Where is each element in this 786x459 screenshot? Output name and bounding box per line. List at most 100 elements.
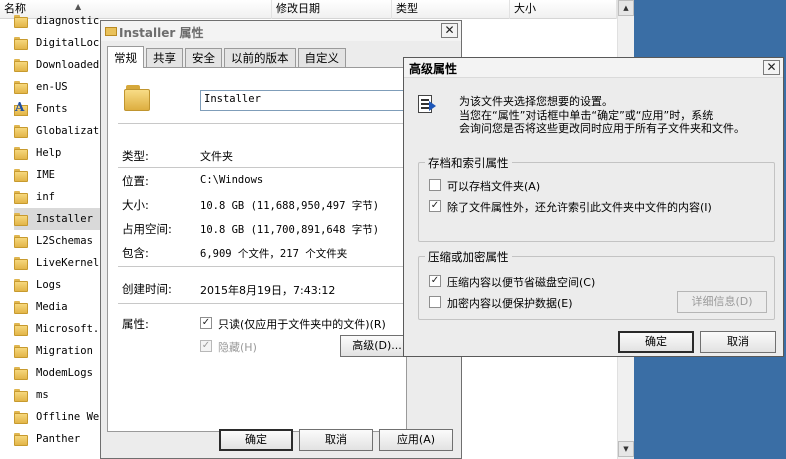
advanced-ok-button[interactable]: 确定	[618, 331, 694, 353]
divider	[118, 123, 404, 124]
created-label: 创建时间:	[122, 282, 172, 296]
checkmark-icon: ✓	[430, 275, 440, 286]
list-item-label: Downloaded	[36, 59, 100, 71]
list-item[interactable]: Microsoft.	[14, 318, 104, 340]
archive-index-group: 存档和索引属性 可以存档文件夹(A) ✓ 除了文件属性外，还允许索引此文件夹中文…	[418, 155, 775, 242]
advanced-cancel-button[interactable]: 取消	[700, 331, 776, 353]
cancel-button[interactable]: 取消	[299, 429, 373, 451]
list-item[interactable]: LiveKernel	[14, 252, 104, 274]
advanced-titlebar[interactable]: 高级属性 ✕	[404, 58, 783, 78]
folder-icon	[14, 366, 28, 380]
tab-strip: 常规 共享 安全 以前的版本 自定义	[107, 46, 348, 68]
list-item-label: IME	[36, 169, 55, 181]
scroll-up-icon[interactable]: ▲	[618, 0, 634, 16]
folder-icon	[14, 322, 28, 336]
disk-size-label: 占用空间:	[122, 222, 172, 236]
folder-icon	[14, 146, 28, 160]
type-value: 文件夹	[200, 150, 233, 163]
folder-icon	[14, 300, 28, 314]
archive-group-title: 存档和索引属性	[425, 155, 512, 171]
list-item[interactable]: Media	[14, 296, 104, 318]
index-checkbox[interactable]: ✓	[429, 200, 441, 212]
list-item[interactable]: Logs	[14, 274, 104, 296]
attributes-label: 属性:	[122, 317, 149, 331]
folder-name-input[interactable]: Installer	[200, 90, 406, 111]
tab-previous-versions[interactable]: 以前的版本	[224, 48, 296, 68]
location-label: 位置:	[122, 174, 149, 188]
tab-general[interactable]: 常规	[107, 46, 144, 68]
list-item[interactable]: Panther	[14, 428, 104, 450]
list-item[interactable]: Globalizat	[14, 120, 104, 142]
readonly-label: 只读(仅应用于文件夹中的文件)(R)	[218, 318, 386, 331]
folder-icon	[14, 36, 28, 50]
list-item[interactable]: A Fonts	[14, 98, 104, 120]
type-label: 类型:	[122, 149, 149, 163]
column-type[interactable]: 类型	[392, 0, 510, 19]
folder-icon	[14, 388, 28, 402]
created-value: 2015年8月19日，7:43:12	[200, 284, 336, 297]
list-item[interactable]: Offline We	[14, 406, 104, 428]
list-item-label: Migration	[36, 345, 93, 357]
list-item[interactable]: ms	[14, 384, 104, 406]
list-item-label: Logs	[36, 279, 62, 291]
properties-title: Installer 属性	[119, 26, 204, 40]
list-item[interactable]: DigitalLoc	[14, 32, 104, 54]
list-item-label: L2Schemas	[36, 235, 93, 247]
list-item[interactable]: IME	[14, 164, 104, 186]
advanced-close-button[interactable]: ✕	[763, 60, 780, 75]
folder-large-icon	[124, 82, 152, 112]
list-item-label: Globalizat	[36, 125, 100, 137]
list-item[interactable]: Migration	[14, 340, 104, 362]
list-item-label: Panther	[36, 433, 81, 445]
list-item[interactable]: ModemLogs	[14, 362, 104, 384]
archive-checkbox[interactable]	[429, 179, 441, 191]
folder-icon	[14, 80, 28, 94]
tab-security[interactable]: 安全	[185, 48, 222, 68]
checkmark-icon: ✓	[201, 317, 211, 328]
list-item[interactable]: Help	[14, 142, 104, 164]
list-item-label: Media	[36, 301, 68, 313]
column-modified[interactable]: 修改日期	[272, 0, 392, 19]
contains-label: 包含:	[122, 246, 149, 260]
close-button[interactable]: ✕	[441, 23, 458, 38]
divider	[118, 167, 404, 168]
tab-customize[interactable]: 自定义	[297, 48, 346, 68]
folder-icon	[14, 58, 28, 72]
compress-checkbox[interactable]: ✓	[429, 275, 441, 287]
folder-icon	[14, 124, 28, 138]
scroll-down-icon[interactable]: ▼	[618, 441, 634, 457]
list-item[interactable]: Downloaded	[14, 54, 104, 76]
list-item[interactable]: diagnostic	[14, 10, 104, 32]
list-item-label: en-US	[36, 81, 68, 93]
list-item-label: DigitalLoc	[36, 37, 100, 49]
readonly-checkbox[interactable]: ✓	[200, 317, 212, 329]
folder-icon	[14, 168, 28, 182]
encrypt-checkbox[interactable]	[429, 296, 441, 308]
folder-icon	[14, 234, 28, 248]
divider	[118, 266, 404, 267]
folder-icon	[14, 410, 28, 424]
list-item-label: Microsoft.	[36, 323, 100, 335]
compress-encrypt-group: 压缩或加密属性 ✓ 压缩内容以便节省磁盘空间(C) 加密内容以便保护数据(E) …	[418, 249, 775, 320]
apply-button[interactable]: 应用(A)	[379, 429, 453, 451]
close-icon: ✕	[766, 60, 777, 74]
column-size[interactable]: 大小	[510, 0, 617, 19]
list-item[interactable]: L2Schemas	[14, 230, 104, 252]
advanced-intro-line3: 会询问您是否将这些更改同时应用于所有子文件夹和文件。	[459, 122, 745, 135]
list-item-label: inf	[36, 191, 55, 203]
list-item-label: ModemLogs	[36, 367, 93, 379]
list-item[interactable]: en-US	[14, 76, 104, 98]
ok-button[interactable]: 确定	[219, 429, 293, 451]
list-item[interactable]: Installer	[14, 208, 104, 230]
list-item-label: Help	[36, 147, 62, 159]
folder-icon	[14, 344, 28, 358]
properties-titlebar[interactable]: Installer 属性 ✕	[101, 21, 461, 41]
details-button[interactable]: 详细信息(D)	[677, 291, 767, 313]
tab-sharing[interactable]: 共享	[146, 48, 183, 68]
divider	[118, 303, 404, 304]
hidden-checkbox[interactable]: ✓	[200, 340, 212, 352]
advanced-title: 高级属性	[409, 62, 458, 76]
size-value: 10.8 GB (11,688,950,497 字节)	[200, 200, 380, 212]
list-item[interactable]: inf	[14, 186, 104, 208]
advanced-button[interactable]: 高级(D)...	[340, 335, 406, 357]
